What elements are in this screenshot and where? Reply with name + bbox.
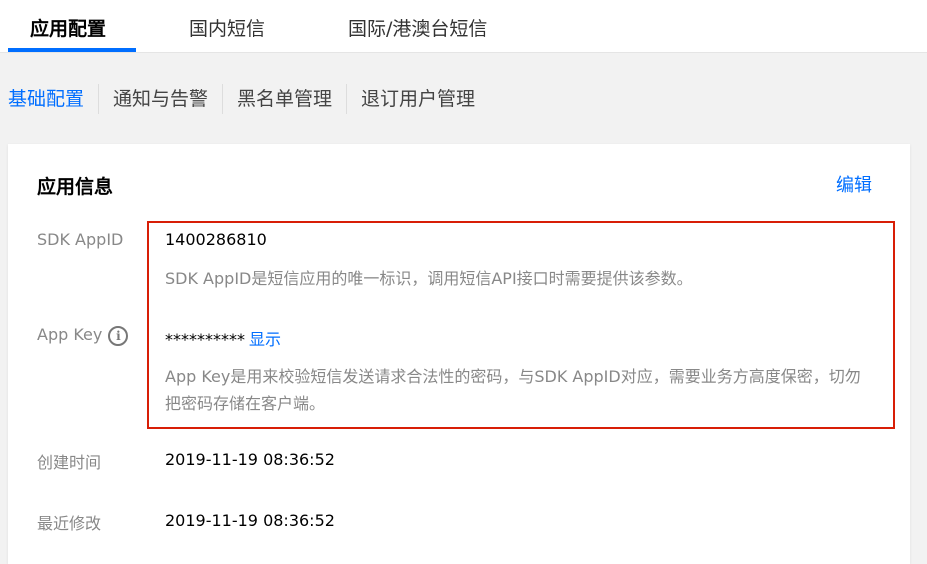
sub-navigation: 基础配置 通知与告警 黑名单管理 退订用户管理 — [0, 84, 489, 114]
subnav-unsubscribe[interactable]: 退订用户管理 — [347, 84, 489, 114]
card-title: 应用信息 — [37, 176, 114, 198]
created-time-value: 2019-11-19 08:36:52 — [165, 450, 335, 469]
highlight-annotation-box — [147, 221, 895, 429]
active-tab-indicator — [8, 48, 136, 52]
app-key-label: App Key — [37, 325, 103, 344]
subnav-basic-config[interactable]: 基础配置 — [0, 84, 98, 114]
tab-international-sms[interactable]: 国际/港澳台短信 — [348, 14, 487, 41]
top-tab-bar: 应用配置 国内短信 国际/港澳台短信 — [0, 0, 927, 53]
last-modified-label: 最近修改 — [37, 514, 102, 533]
subnav-blacklist[interactable]: 黑名单管理 — [223, 84, 346, 114]
info-circle-icon[interactable]: i — [108, 325, 129, 346]
created-time-label: 创建时间 — [37, 453, 102, 472]
edit-link[interactable]: 编辑 — [836, 171, 872, 197]
sdk-appid-label: SDK AppID — [37, 230, 124, 249]
tab-app-config[interactable]: 应用配置 — [30, 14, 106, 41]
tab-domestic-sms[interactable]: 国内短信 — [189, 14, 265, 41]
last-modified-value: 2019-11-19 08:36:52 — [165, 511, 335, 530]
subnav-notifications[interactable]: 通知与告警 — [99, 84, 222, 114]
app-key-label-group: App Key i — [37, 325, 129, 346]
